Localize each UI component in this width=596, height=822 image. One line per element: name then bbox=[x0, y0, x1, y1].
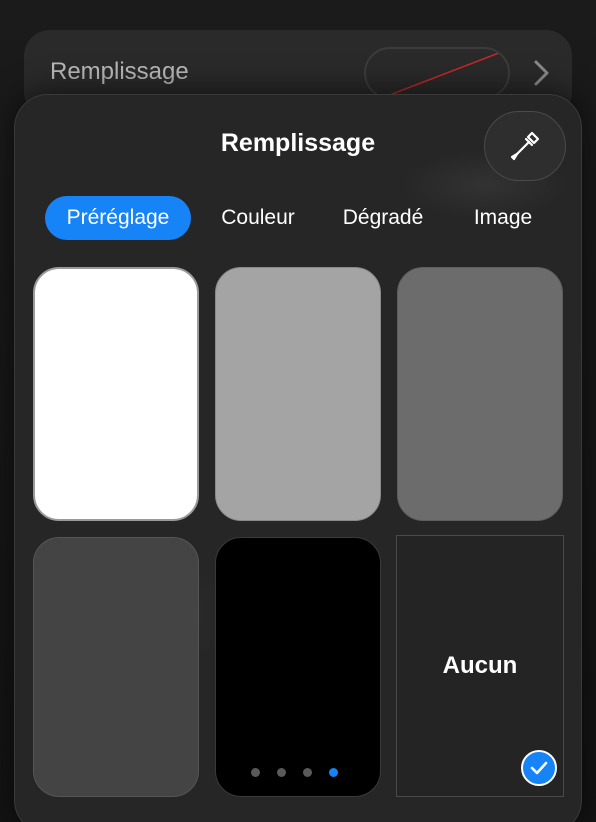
preset-swatch-light-gray[interactable] bbox=[215, 267, 381, 521]
page-dot[interactable] bbox=[277, 768, 286, 777]
tab-preset[interactable]: Préréglage bbox=[45, 196, 191, 240]
eyedropper-button[interactable] bbox=[484, 111, 566, 181]
preset-swatch-black[interactable] bbox=[215, 537, 381, 797]
none-option-label: Aucun bbox=[442, 652, 518, 679]
tab-image[interactable]: Image bbox=[457, 196, 549, 240]
page-dot-current[interactable] bbox=[329, 768, 338, 777]
selected-check-badge bbox=[521, 750, 557, 786]
page-dot[interactable] bbox=[251, 768, 260, 777]
tab-color[interactable]: Couleur bbox=[205, 196, 311, 240]
fill-row-label: Remplissage bbox=[50, 58, 189, 85]
fill-popover: Remplissage Préréglage Couleur Dégradé I… bbox=[14, 94, 582, 822]
preset-swatch-white[interactable] bbox=[33, 267, 199, 521]
page-dot[interactable] bbox=[303, 768, 312, 777]
chevron-right-icon[interactable] bbox=[532, 56, 552, 90]
checkmark-icon bbox=[530, 761, 548, 775]
fill-preview-swatch[interactable] bbox=[364, 47, 510, 99]
tab-gradient[interactable]: Dégradé bbox=[327, 196, 439, 240]
no-fill-indicator-icon bbox=[382, 50, 505, 97]
fill-editor-screen: Remplissage Remplissage Préréglage Coule… bbox=[0, 0, 596, 822]
preset-swatch-mid-gray[interactable] bbox=[397, 267, 563, 521]
preset-swatch-dark-gray[interactable] bbox=[33, 537, 199, 797]
fill-type-tabs: Préréglage Couleur Dégradé Image bbox=[45, 196, 565, 240]
eyedropper-icon bbox=[510, 131, 540, 161]
